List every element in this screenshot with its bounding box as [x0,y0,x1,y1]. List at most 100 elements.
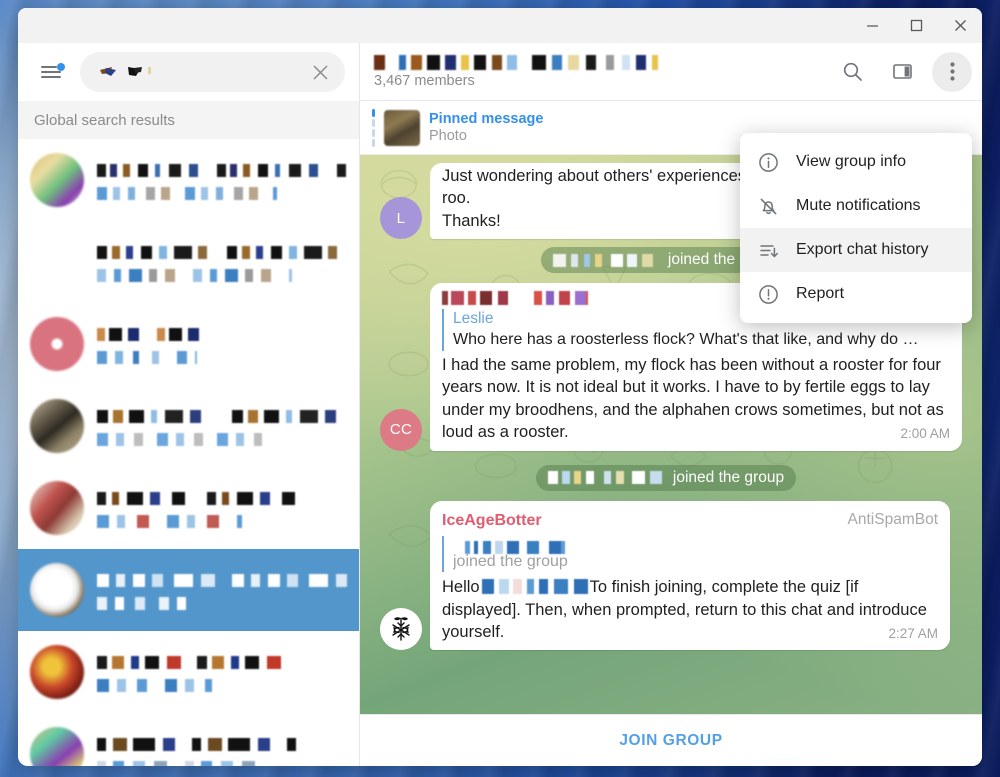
list-item[interactable] [18,713,359,766]
sender-name-redacted [442,291,508,306]
chat-title-redacted [374,54,659,70]
search-value-redacted [98,62,299,82]
split-panel-icon[interactable] [882,52,922,92]
window-titlebar [18,8,982,43]
message-text: I had the same problem, my flock has bee… [442,354,950,444]
list-item-title-redacted [97,656,287,669]
list-item-selected[interactable] [18,549,359,631]
chat-context-menu[interactable]: View group info Mute notifications Expor… [740,133,972,323]
redacted-search-text [100,67,151,76]
avatar [30,235,84,289]
list-item[interactable] [18,467,359,549]
list-item-title-redacted [97,164,347,177]
message-row[interactable]: AntiSpamBot IceAgeBotter joined the grou… [370,500,962,651]
avatar [30,645,84,699]
export-download-icon [756,238,780,262]
avatar-initial: CC [389,421,413,439]
list-item-subtitle-redacted [97,269,292,282]
list-item-text [97,652,347,692]
list-item[interactable] [18,385,359,467]
message-line-1: Just wondering about others' experiences [442,167,747,185]
pinned-texts: Pinned message Photo [429,111,543,144]
search-input[interactable] [80,52,345,92]
chat-title-block[interactable]: 3,467 members [374,54,822,89]
list-item-subtitle-redacted [97,679,212,692]
pinned-subtitle: Photo [429,128,467,144]
menu-item-mute-notifications[interactable]: Mute notifications [740,184,972,228]
bot-name: IceAgeBotter [442,511,542,529]
minimize-button[interactable] [850,11,894,41]
member-count: 3,467 members [374,72,475,89]
chat-results-list[interactable] [18,139,359,766]
more-vertical-icon[interactable] [932,51,972,92]
avatar [30,481,84,535]
list-item-title-redacted [97,246,347,259]
list-item[interactable] [18,303,359,385]
list-item-subtitle-redacted [97,433,262,446]
list-item-title-redacted [97,410,347,423]
list-item-subtitle-redacted [97,351,197,364]
list-item-text [97,734,347,766]
bot-tag: AntiSpamBot [847,510,938,528]
bot-text-prefix: Hello [442,578,480,597]
message-time: 2:27 AM [888,626,938,642]
service-message: joined the group [370,464,962,491]
pinned-thumbnail [384,109,420,146]
message-text: Hello To finish joining, complete the qui… [442,576,938,643]
maximize-button[interactable] [894,11,938,41]
telegram-window: Global search results 3,467 members Pinn… [18,8,982,766]
menu-item-label: Mute notifications [796,197,921,214]
service-action-label: joined the group [672,468,785,486]
sidebar: Global search results [18,43,360,766]
avatar[interactable]: L [380,197,422,240]
menu-item-view-group-info[interactable]: View group info [740,140,972,184]
chat-pane: 3,467 members Pinned message Photo L Jus… [360,43,982,766]
list-item-text [97,570,347,610]
avatar [30,317,84,371]
list-item-text [97,160,347,200]
mute-bell-icon [756,194,780,218]
list-item-text [97,488,347,528]
avatar [30,563,84,617]
chat-header: 3,467 members [360,43,982,101]
list-item[interactable] [18,631,359,713]
list-item-title-redacted [97,574,347,587]
message-bubble[interactable]: Just wondering about others' experiences… [430,163,759,240]
reply-username-redacted [465,540,565,554]
reply-quote[interactable]: joined the group [442,535,938,573]
hamburger-menu-icon[interactable] [32,53,70,91]
list-item-subtitle-redacted [97,515,242,528]
avatar[interactable]: CC [380,408,422,451]
menu-item-label: Report [796,285,845,302]
search-icon[interactable] [832,52,872,92]
bot-header: AntiSpamBot IceAgeBotter [442,509,938,532]
report-exclaim-icon [756,282,780,306]
list-item[interactable] [18,139,359,221]
list-item-title-redacted [97,492,317,505]
info-circle-icon [756,150,780,174]
sender-tag-redacted [534,291,588,306]
menu-item-report[interactable]: Report [740,272,972,316]
notification-badge-dot [57,63,65,71]
avatar[interactable] [380,608,422,651]
clear-search-icon[interactable] [307,59,333,85]
pinned-indicator [372,108,375,147]
menu-item-export-chat-history[interactable]: Export chat history [740,228,972,272]
avatar [30,727,84,766]
list-item-text [97,324,347,364]
menu-item-label: View group info [796,153,906,170]
avatar [30,153,84,207]
list-item-subtitle-redacted [97,187,277,200]
join-group-button[interactable]: JOIN GROUP [619,732,722,750]
avatar [30,399,84,453]
message-bubble[interactable]: AntiSpamBot IceAgeBotter joined the grou… [430,500,950,651]
global-search-results-header: Global search results [18,101,359,139]
join-group-bar[interactable]: JOIN GROUP [360,714,982,766]
avatar-initial: L [396,209,406,227]
service-pill: joined the group [535,464,797,491]
reply-text: joined the group [453,552,568,570]
list-item[interactable] [18,221,359,303]
close-button[interactable] [938,11,982,41]
list-item-subtitle-redacted [97,761,257,766]
message-time: 2:00 AM [900,426,950,442]
